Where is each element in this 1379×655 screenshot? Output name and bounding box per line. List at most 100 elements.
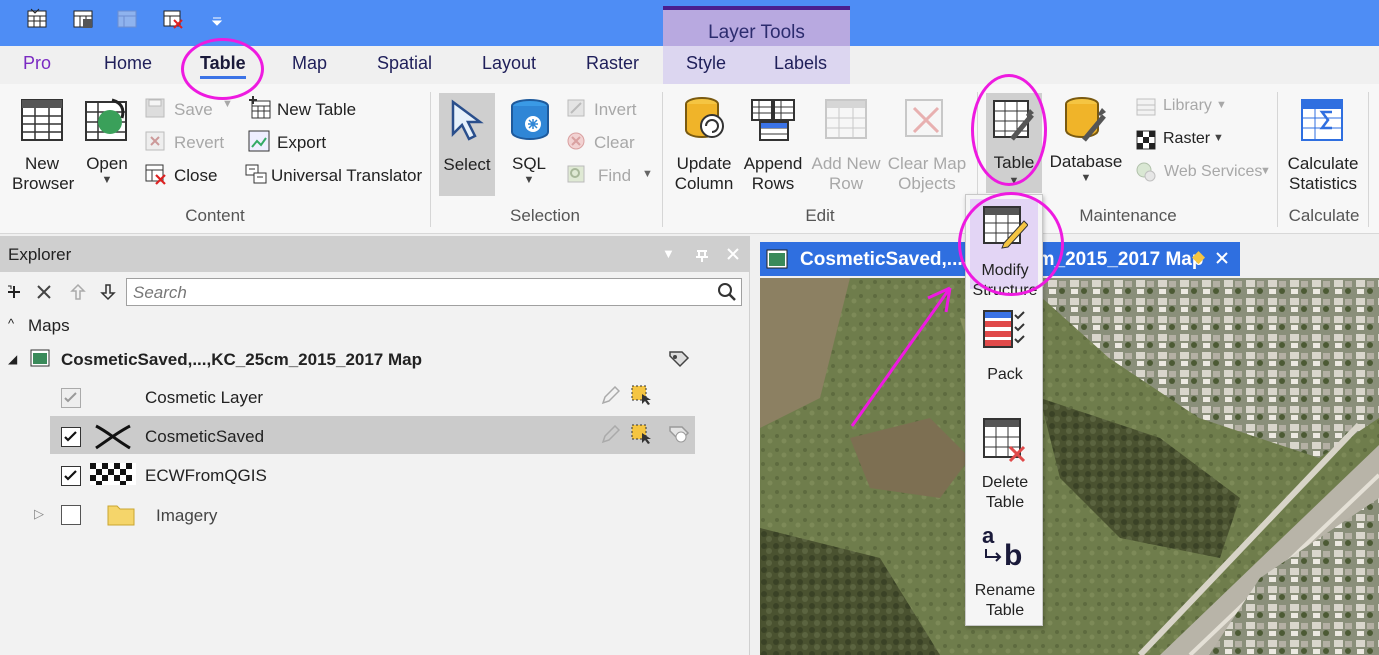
save-workspace-icon[interactable] <box>72 8 94 30</box>
revert-button: Revert <box>174 133 225 152</box>
cosmetic-saved-name[interactable]: CosmeticSaved <box>145 427 264 447</box>
calculate-statistics-label-2: Statistics <box>1288 174 1358 193</box>
tab-map[interactable]: Map <box>292 53 327 74</box>
imagery-expand-icon[interactable]: ▷ <box>34 506 44 522</box>
append-rows-label-2: Rows <box>751 174 795 193</box>
add-new-row-label-1: Add New <box>811 154 881 173</box>
maps-collapse-icon[interactable]: ^ <box>8 316 14 331</box>
close-tab-icon[interactable] <box>1216 252 1228 264</box>
open-label: Open <box>86 154 128 173</box>
ecw-checkbox[interactable] <box>61 466 81 486</box>
ribbon: New Browser Open ▼ Save ▼ Revert Close New… <box>0 84 1379 234</box>
table-tab-highlight-ring <box>181 38 264 100</box>
rename-table-label-1: Rename <box>974 582 1036 599</box>
cosmetic-layer-name[interactable]: Cosmetic Layer <box>145 388 263 408</box>
map-icon <box>766 249 788 269</box>
edit-group-label: Edit <box>805 206 835 225</box>
calculate-statistics-label-1: Calculate <box>1287 154 1359 173</box>
tab-pro[interactable]: Pro <box>23 53 51 74</box>
find-icon <box>567 165 585 183</box>
update-column-button[interactable]: Update Column <box>670 154 738 194</box>
find-button: Find <box>598 166 632 185</box>
sql-button[interactable]: SQL ▼ <box>503 154 555 186</box>
selection-group-label: Selection <box>510 206 580 225</box>
tab-style[interactable]: Style <box>686 53 726 74</box>
raster-icon <box>1136 130 1156 150</box>
tab-layout[interactable]: Layout <box>482 53 536 74</box>
explorer-panel: Explorer ▼ Search ^ Maps ◢ CosmeticSaved… <box>0 236 750 655</box>
search-placeholder: Search <box>133 283 187 302</box>
library-chevron-down-icon: ▼ <box>1216 99 1227 111</box>
close-panel-icon[interactable] <box>726 247 740 261</box>
add-new-row-label-2: Row <box>828 174 863 193</box>
add-icon[interactable] <box>6 284 22 300</box>
universal-translator-icon <box>245 164 267 184</box>
map-name[interactable]: CosmeticSaved,...,KC_25cm_2015_2017 Map <box>61 350 422 370</box>
ecw-name[interactable]: ECWFromQGIS <box>145 466 267 486</box>
rename-table-item[interactable]: ab Rename Table <box>966 523 1044 623</box>
database-icon <box>1065 97 1106 142</box>
add-new-row-button: Add New Row <box>808 154 884 194</box>
sql-label: SQL <box>511 154 547 173</box>
cosmetic-layer-checkbox[interactable] <box>61 388 81 408</box>
delete-table-label-2: Table <box>985 494 1025 511</box>
export-icon <box>248 130 270 152</box>
folder-icon <box>107 505 135 526</box>
customize-toolbar-icon[interactable] <box>210 8 224 30</box>
open-icon <box>85 98 127 141</box>
save-icon <box>145 98 165 118</box>
close-table-icon[interactable] <box>162 8 184 30</box>
add-new-row-icon <box>825 99 867 139</box>
explorer-header: Explorer ▼ <box>0 236 750 272</box>
edit-pencil-icon[interactable] <box>600 425 620 445</box>
new-table-button[interactable]: New Table <box>277 100 356 120</box>
universal-translator-button[interactable]: Universal Translator <box>271 166 422 186</box>
open-workspace-icon[interactable] <box>26 8 48 30</box>
append-rows-button[interactable]: Append Rows <box>738 154 808 194</box>
search-icon[interactable] <box>717 282 737 302</box>
pack-label: Pack <box>987 366 1023 383</box>
export-button[interactable]: Export <box>277 133 326 153</box>
select-button[interactable]: Select <box>439 93 495 196</box>
clear-map-objects-button: Clear Map Objects <box>886 154 968 194</box>
raster-layer-icon <box>90 463 136 485</box>
imagery-checkbox[interactable] <box>61 505 81 525</box>
layer-options-icon[interactable] <box>666 423 690 445</box>
delete-table-item[interactable]: Delete Table <box>966 415 1044 515</box>
clear-button: Clear <box>594 133 635 152</box>
find-chevron-down-icon: ▼ <box>642 168 653 180</box>
layer-tools-context-header: Layer Tools <box>663 6 850 46</box>
context-header-label: Layer Tools <box>708 22 805 43</box>
group-divider <box>1277 92 1278 227</box>
map-options-icon[interactable] <box>666 348 690 370</box>
open-button[interactable]: Open ▼ <box>80 154 134 186</box>
delete-table-label-1: Delete <box>981 474 1029 491</box>
move-down-icon[interactable] <box>100 283 116 301</box>
maintenance-group-label: Maintenance <box>1079 206 1177 225</box>
database-button[interactable]: Database ▼ <box>1048 152 1124 184</box>
new-browser-label-1: New <box>24 154 59 173</box>
pack-item[interactable]: Pack <box>966 305 1044 385</box>
revert-icon <box>145 131 165 151</box>
web-services-icon <box>1136 162 1156 182</box>
search-input[interactable]: Search <box>126 278 742 306</box>
pin-icon[interactable] <box>694 246 710 262</box>
tab-spatial[interactable]: Spatial <box>377 53 432 74</box>
imagery-name[interactable]: Imagery <box>156 506 217 526</box>
calculate-statistics-button[interactable]: Calculate Statistics <box>1284 154 1362 194</box>
new-browser-button[interactable]: New Browser <box>12 154 74 194</box>
tab-raster[interactable]: Raster <box>586 53 639 74</box>
explorer-menu-chevron-down-icon[interactable]: ▼ <box>662 246 675 261</box>
map-expanded-icon[interactable]: ◢ <box>8 352 17 366</box>
selectable-icon[interactable] <box>630 384 652 406</box>
close-button[interactable]: Close <box>174 166 217 186</box>
tab-labels[interactable]: Labels <box>774 53 827 74</box>
raster-button[interactable]: Raster <box>1163 130 1210 148</box>
cosmetic-saved-checkbox[interactable] <box>61 427 81 447</box>
edit-pencil-icon[interactable] <box>600 386 620 406</box>
tab-home[interactable]: Home <box>104 53 152 74</box>
remove-icon[interactable] <box>36 284 52 300</box>
web-services-chevron-down-icon: ▼ <box>1260 165 1271 177</box>
save-button: Save <box>174 100 213 119</box>
selectable-icon[interactable] <box>630 423 652 445</box>
